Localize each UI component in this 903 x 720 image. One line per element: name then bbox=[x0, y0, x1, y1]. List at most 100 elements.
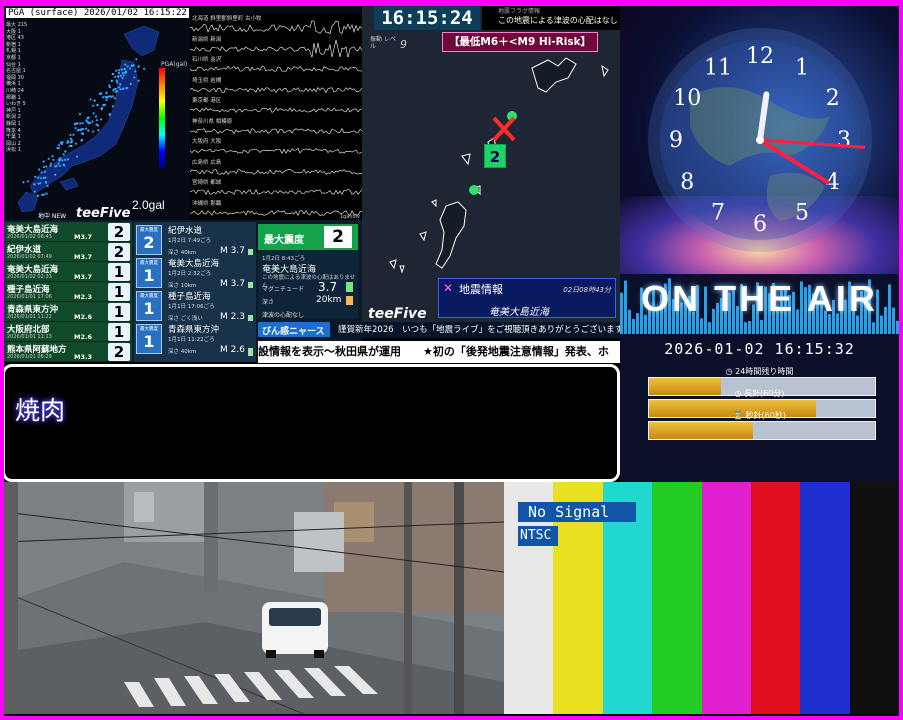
eq-intensity: 1 bbox=[108, 283, 130, 301]
waveform-trace bbox=[190, 188, 362, 196]
timer-label: ◷ 長針(60分) bbox=[620, 388, 899, 399]
station-dot bbox=[108, 112, 111, 116]
clock-numeral: 6 bbox=[753, 212, 767, 237]
waveform-row: 沖縄県 那覇 bbox=[190, 199, 362, 221]
clock-numeral: 7 bbox=[711, 201, 725, 226]
eq-time: 2026/01/02 08:43 bbox=[7, 234, 52, 240]
equalizer-bar bbox=[872, 322, 875, 334]
detail-time: 1月1日 17:06ごろ bbox=[168, 304, 215, 310]
equalizer-bar bbox=[748, 321, 751, 334]
waveform-row: 新潟県 新潟 bbox=[190, 35, 362, 57]
detail-location: 青森県東方沖 bbox=[168, 325, 220, 335]
intensity-marker: 2 bbox=[484, 144, 506, 168]
clock-numeral: 5 bbox=[795, 201, 809, 226]
magnitude-bar bbox=[346, 282, 353, 292]
max-time: 1月2日 8:43ごろ bbox=[262, 256, 306, 262]
pga-title: PGA (surface) 2026/01/02 16:15:22 bbox=[6, 8, 189, 18]
live-camera-feed bbox=[4, 482, 504, 714]
waveform-row: 神奈川県 相模原 bbox=[190, 117, 362, 139]
eq-list-item[interactable]: 青森県東方沖 2026/01/01 11:22 M2.6 1 bbox=[4, 302, 132, 322]
waveform-row: 北海道 斜里郡斜里町 古小牧 bbox=[190, 14, 362, 36]
intensity-badge-value: 1 bbox=[143, 299, 155, 318]
clock-numeral: 3 bbox=[837, 128, 851, 153]
clock-icon: ◷ bbox=[734, 389, 745, 398]
clock-numeral: 8 bbox=[680, 170, 694, 195]
station-dot bbox=[104, 95, 107, 98]
waveform-trace bbox=[190, 148, 362, 155]
station-dot bbox=[87, 129, 90, 132]
eq-magnitude: M3.3 bbox=[74, 353, 92, 361]
eq-list-item[interactable]: 種子島近海 2026/01/01 17:06 M2.3 1 bbox=[4, 282, 132, 302]
station-dot bbox=[115, 69, 118, 72]
eq-list-item[interactable]: 紀伊水道 2026/01/02 07:49 M3.7 2 bbox=[4, 242, 132, 262]
equalizer-bar bbox=[700, 318, 703, 334]
station-dot bbox=[116, 81, 119, 84]
detail-time: 1月1日 11:22ごろ bbox=[168, 337, 215, 343]
station-dot bbox=[93, 99, 96, 102]
station-dot bbox=[81, 127, 85, 131]
station-dot bbox=[87, 116, 90, 119]
eq-list-item[interactable]: 大阪府北部 2026/01/01 11:13 M2.6 1 bbox=[4, 322, 132, 342]
station-dot bbox=[42, 160, 45, 163]
station-dot bbox=[120, 68, 123, 71]
white-car bbox=[262, 602, 328, 658]
station-entry: 港区 43 bbox=[6, 35, 24, 42]
eq-list-item[interactable]: 奄美大島近海 2026/01/02 08:43 M3.7 2 bbox=[4, 222, 132, 242]
eq-magnitude: M2.6 bbox=[74, 333, 92, 341]
level-label: 振動 レベル bbox=[370, 36, 396, 50]
waveform-trace bbox=[190, 66, 362, 72]
magnitude-value: 3.7 bbox=[318, 280, 338, 294]
equalizer-bar bbox=[632, 319, 635, 334]
eew-top-bar: 地震フラグ情報 この地震による津波の心配はなし bbox=[482, 6, 620, 30]
station-dot bbox=[91, 120, 94, 123]
station-dot bbox=[126, 65, 129, 68]
station-dot bbox=[37, 176, 40, 179]
waveform-row: 宮崎県 都城 bbox=[190, 178, 362, 200]
station-dot bbox=[122, 87, 125, 90]
station-intensity-list: 最大 215 大阪 1 港区 43 新宿 1 札幌 1 京都 1 仙台 1 名古屋 1 福岡 3… bbox=[6, 22, 76, 154]
risk-banner: 【最低M6＋<M9 Hi-Risk】 bbox=[442, 32, 598, 52]
station-dot bbox=[119, 88, 122, 91]
station-dot bbox=[117, 69, 121, 72]
station-dot bbox=[124, 71, 127, 74]
color-bar bbox=[849, 482, 899, 714]
station-dot bbox=[100, 92, 103, 95]
station-dot bbox=[135, 58, 138, 61]
station-entry: 川崎 24 bbox=[6, 87, 24, 94]
detail-location: 紀伊水道 bbox=[168, 226, 203, 236]
station-dot bbox=[45, 165, 48, 168]
waveform-trace bbox=[190, 209, 362, 216]
teefive-logo: teeFive bbox=[76, 206, 131, 220]
station-dot bbox=[58, 164, 62, 167]
station-dot bbox=[62, 163, 65, 166]
clock-numeral: 12 bbox=[746, 44, 774, 69]
station-dot bbox=[122, 74, 125, 77]
waveform-row: 広島県 広島 bbox=[190, 158, 362, 180]
station-dot bbox=[36, 194, 40, 197]
station-dot bbox=[100, 107, 103, 110]
waveform-trace bbox=[190, 86, 362, 93]
station-dot bbox=[22, 181, 25, 184]
station-dot bbox=[64, 158, 67, 161]
station-dot bbox=[111, 72, 115, 76]
timer-label-text: 長針(60分) bbox=[744, 389, 785, 398]
eq-list-item[interactable]: 熊本県阿蘇地方 2026/01/01 06:29 M3.3 2 bbox=[4, 342, 132, 362]
pga-color-scale bbox=[159, 68, 165, 168]
eq-detail-card[interactable]: 最大震度 1 青森県東方沖 1月1日 11:22ごろ 深さ 40km M 2.6 bbox=[134, 321, 256, 362]
max-intensity-title: 最大震度 bbox=[264, 235, 304, 246]
station-dot bbox=[137, 65, 140, 68]
station-entry: 新潟 2 bbox=[6, 114, 21, 121]
eq-time: 2026/01/02 02:33 bbox=[7, 274, 52, 280]
station-entry: 札幌 1 bbox=[6, 48, 21, 55]
station-dot bbox=[123, 68, 126, 71]
depth-label: 深さ bbox=[262, 299, 275, 306]
eq-magnitude: M3.7 bbox=[74, 273, 92, 281]
timer-progress-fill bbox=[649, 422, 753, 439]
eq-list-item[interactable]: 奄美大島近海 2026/01/02 02:33 M3.7 1 bbox=[4, 262, 132, 282]
eq-info-title: 地震情報 bbox=[459, 283, 503, 296]
on-air-datetime: 2026-01-02 16:15:32 bbox=[664, 340, 855, 358]
station-dot bbox=[121, 76, 124, 80]
station-dot bbox=[114, 75, 117, 78]
station-dot bbox=[33, 190, 36, 193]
station-dot bbox=[46, 184, 49, 187]
